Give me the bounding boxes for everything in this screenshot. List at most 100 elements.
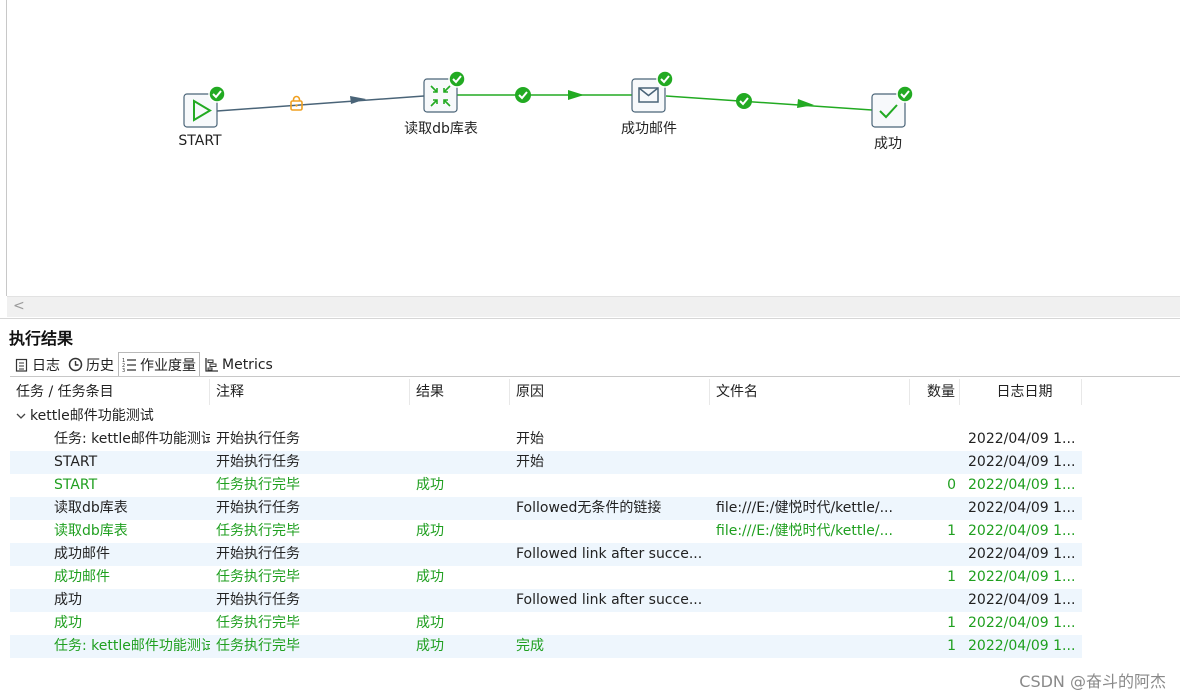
table-row[interactable]: START 任务执行完毕 成功 0 2022/04/09 1... bbox=[10, 474, 1082, 497]
cell-reason: Followed link after succe... bbox=[516, 546, 703, 562]
job-metrics-icon: 123 bbox=[122, 357, 137, 372]
job-flow-diagram[interactable] bbox=[0, 0, 1180, 296]
cell-log-date: 2022/04/09 1... bbox=[968, 546, 1076, 562]
table-row[interactable]: START 开始执行任务 开始 2022/04/09 1... bbox=[10, 451, 1082, 474]
log-icon bbox=[14, 357, 29, 372]
column-header-log-date[interactable]: 日志日期 bbox=[960, 379, 1082, 405]
tab-divider bbox=[10, 376, 1180, 377]
cell-filename bbox=[710, 428, 910, 451]
cell-count bbox=[910, 497, 960, 520]
history-icon bbox=[68, 357, 83, 372]
cell-result bbox=[410, 589, 510, 612]
column-header-comment[interactable]: 注释 bbox=[210, 379, 410, 405]
cell-entry: 读取db库表 bbox=[54, 523, 128, 539]
check-badge-icon bbox=[656, 70, 674, 88]
cell-log-date: 2022/04/09 1... bbox=[968, 592, 1076, 608]
results-title: 执行结果 bbox=[9, 329, 74, 348]
cell-filename bbox=[710, 635, 910, 658]
table-group-row[interactable]: kettle邮件功能测试 bbox=[10, 405, 1082, 428]
cell-entry: 成功邮件 bbox=[54, 546, 110, 562]
table-row[interactable]: 任务: kettle邮件功能测试 任务执行完毕 成功 完成 1 2022/04/09 1.… bbox=[10, 635, 1082, 658]
cell-filename bbox=[710, 451, 910, 474]
cell-count: 1 bbox=[947, 569, 956, 585]
tab-log-label: 日志 bbox=[32, 357, 60, 374]
cell-comment: 开始执行任务 bbox=[216, 431, 300, 447]
cell-entry: 成功 bbox=[54, 615, 82, 631]
cell-filename bbox=[710, 612, 910, 635]
scroll-left-icon[interactable]: < bbox=[13, 298, 25, 314]
cell-comment: 开始执行任务 bbox=[216, 546, 300, 562]
job-canvas[interactable]: START 读取db库表 成功邮件 成功 < bbox=[0, 0, 1180, 319]
cell-count bbox=[910, 428, 960, 451]
node-label-success: 成功 bbox=[874, 136, 902, 152]
cell-comment: 开始执行任务 bbox=[216, 454, 300, 470]
table-row[interactable]: 成功 开始执行任务 Followed link after succe... 2022… bbox=[10, 589, 1082, 612]
column-header-reason[interactable]: 原因 bbox=[510, 379, 710, 405]
cell-reason: Followed无条件的链接 bbox=[516, 500, 662, 516]
cell-filename bbox=[710, 543, 910, 566]
cell-result bbox=[410, 428, 510, 451]
cell-log-date: 2022/04/09 1... bbox=[968, 477, 1076, 493]
cell-result bbox=[410, 497, 510, 520]
cell-reason bbox=[510, 520, 710, 543]
cell-comment: 任务执行完毕 bbox=[216, 638, 300, 654]
chevron-down-icon[interactable] bbox=[16, 405, 30, 428]
hop-read-to-mail[interactable] bbox=[457, 87, 632, 103]
hop-mail-to-success[interactable] bbox=[665, 93, 873, 111]
watermark: CSDN @奋斗的阿杰 bbox=[1019, 672, 1166, 691]
node-label-read-db: 读取db库表 bbox=[404, 121, 478, 137]
node-success[interactable] bbox=[871, 85, 914, 128]
svg-text:3: 3 bbox=[122, 368, 125, 372]
cell-entry: 读取db库表 bbox=[54, 500, 128, 516]
results-tabs: 日志 历史 123 作业度量 Metrics bbox=[10, 352, 277, 376]
column-header-count[interactable]: 数量 bbox=[910, 379, 960, 405]
cell-count bbox=[910, 451, 960, 474]
column-header-result[interactable]: 结果 bbox=[410, 379, 510, 405]
cell-reason: 完成 bbox=[516, 638, 544, 654]
cell-result: 成功 bbox=[416, 477, 444, 493]
metrics-icon bbox=[204, 357, 219, 372]
column-header-entry[interactable]: 任务 / 任务条目 bbox=[10, 379, 210, 405]
cell-comment: 任务执行完毕 bbox=[216, 477, 300, 493]
tab-history[interactable]: 历史 bbox=[64, 352, 118, 376]
cell-count bbox=[910, 589, 960, 612]
cell-filename: file:///E:/健悦时代/kettle/... bbox=[716, 500, 893, 516]
job-metrics-table[interactable]: 任务 / 任务条目 注释 结果 原因 文件名 数量 日志日期 kettle邮件功… bbox=[10, 379, 1082, 658]
cell-result: 成功 bbox=[416, 569, 444, 585]
table-row[interactable]: 任务: kettle邮件功能测试 开始执行任务 开始 2022/04/09 1... bbox=[10, 428, 1082, 451]
tab-job-metrics[interactable]: 123 作业度量 bbox=[118, 352, 200, 376]
node-start[interactable] bbox=[183, 85, 226, 128]
check-badge-icon bbox=[896, 85, 914, 103]
node-label-start: START bbox=[178, 133, 222, 149]
cell-result bbox=[410, 451, 510, 474]
tab-metrics-label: Metrics bbox=[222, 356, 273, 373]
cell-log-date: 2022/04/09 1... bbox=[968, 500, 1076, 516]
lock-icon bbox=[290, 95, 303, 111]
cell-entry: 成功邮件 bbox=[54, 569, 110, 585]
table-row[interactable]: 成功邮件 开始执行任务 Followed link after succe... 20… bbox=[10, 543, 1082, 566]
cell-entry: 任务: kettle邮件功能测试 bbox=[54, 638, 210, 654]
cell-comment: 开始执行任务 bbox=[216, 500, 300, 516]
cell-result: 成功 bbox=[416, 523, 444, 539]
cell-log-date: 2022/04/09 1... bbox=[968, 431, 1076, 447]
cell-comment: 任务执行完毕 bbox=[216, 569, 300, 585]
cell-reason: 开始 bbox=[516, 454, 544, 470]
group-label: kettle邮件功能测试 bbox=[30, 408, 154, 424]
tab-metrics[interactable]: Metrics bbox=[200, 352, 277, 376]
cell-count bbox=[910, 543, 960, 566]
hop-start-to-read[interactable] bbox=[216, 95, 425, 112]
table-row[interactable]: 读取db库表 任务执行完毕 成功 file:///E:/健悦时代/kettle/...… bbox=[10, 520, 1082, 543]
tab-history-label: 历史 bbox=[86, 357, 114, 374]
cell-filename: file:///E:/健悦时代/kettle/... bbox=[716, 523, 893, 539]
tab-log[interactable]: 日志 bbox=[10, 352, 64, 376]
cell-count: 1 bbox=[947, 638, 956, 654]
horizontal-scrollbar[interactable]: < bbox=[7, 296, 1180, 317]
column-header-filename[interactable]: 文件名 bbox=[710, 379, 910, 405]
cell-entry: 成功 bbox=[54, 592, 82, 608]
table-row[interactable]: 成功 任务执行完毕 成功 1 2022/04/09 1... bbox=[10, 612, 1082, 635]
table-row[interactable]: 读取db库表 开始执行任务 Followed无条件的链接 file:///E:/健悦时… bbox=[10, 497, 1082, 520]
node-read-db[interactable] bbox=[423, 70, 466, 113]
node-success-mail[interactable] bbox=[631, 70, 674, 113]
cell-comment: 开始执行任务 bbox=[216, 592, 300, 608]
table-row[interactable]: 成功邮件 任务执行完毕 成功 1 2022/04/09 1... bbox=[10, 566, 1082, 589]
